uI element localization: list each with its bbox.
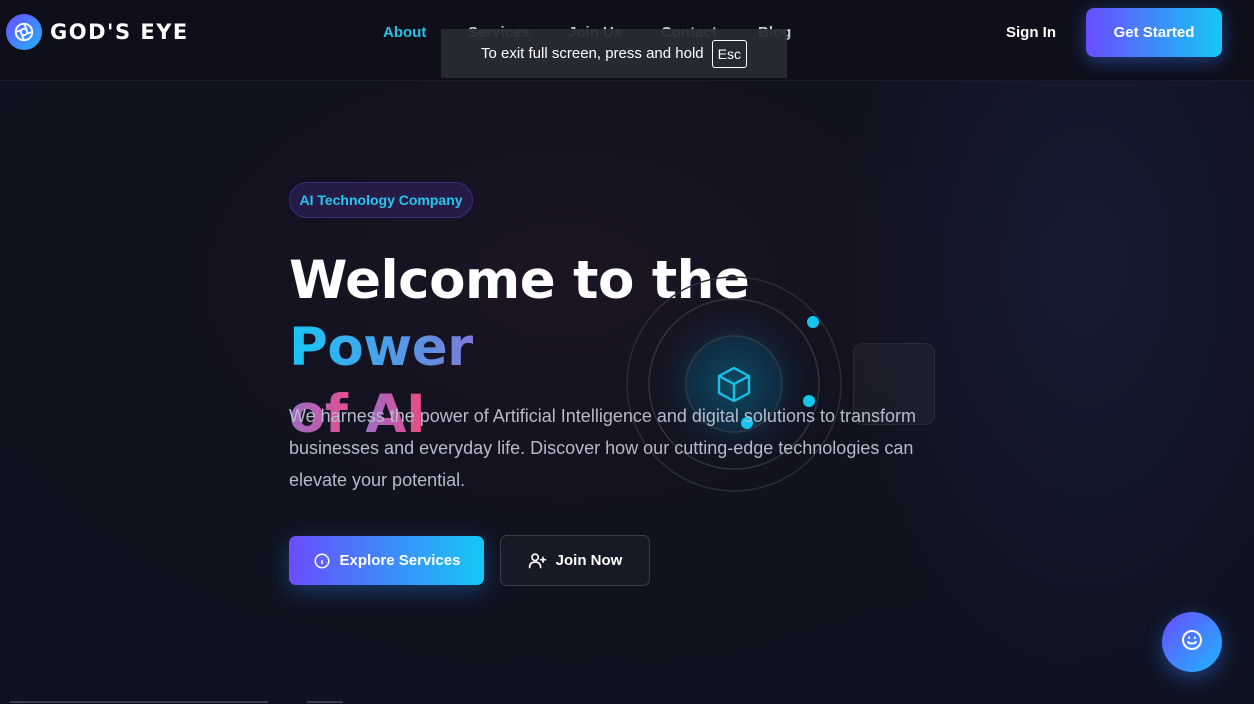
scroll-indicator bbox=[307, 701, 343, 703]
esc-key-hint: Esc bbox=[711, 39, 747, 68]
chat-assistant-button[interactable] bbox=[1162, 612, 1222, 672]
get-started-button[interactable]: Get Started bbox=[1086, 8, 1222, 57]
user-plus-icon bbox=[528, 551, 547, 570]
hero-title-highlight-power: Power bbox=[289, 317, 473, 378]
fullscreen-notice-text: To exit full screen, press and hold bbox=[481, 45, 704, 62]
join-now-button[interactable]: Join Now bbox=[500, 535, 650, 586]
fullscreen-exit-notice: To exit full screen, press and hold Esc bbox=[441, 29, 787, 78]
explore-services-button[interactable]: Explore Services bbox=[289, 536, 484, 585]
sign-in-link[interactable]: Sign In bbox=[1006, 24, 1056, 41]
smiley-face-icon bbox=[1180, 628, 1204, 657]
orbit-dot bbox=[807, 316, 819, 328]
join-now-label: Join Now bbox=[555, 552, 623, 569]
brand-logo[interactable]: GOD'S EYE bbox=[6, 14, 189, 50]
scroll-indicator bbox=[10, 701, 268, 703]
hero-badge: AI Technology Company bbox=[289, 182, 473, 218]
explore-services-label: Explore Services bbox=[339, 552, 461, 569]
info-circle-icon bbox=[313, 552, 331, 570]
brand-name: GOD'S EYE bbox=[50, 20, 189, 44]
eye-aperture-icon bbox=[6, 14, 42, 50]
nav-about[interactable]: About bbox=[383, 24, 426, 41]
hero-description: We harness the power of Artificial Intel… bbox=[289, 406, 916, 490]
